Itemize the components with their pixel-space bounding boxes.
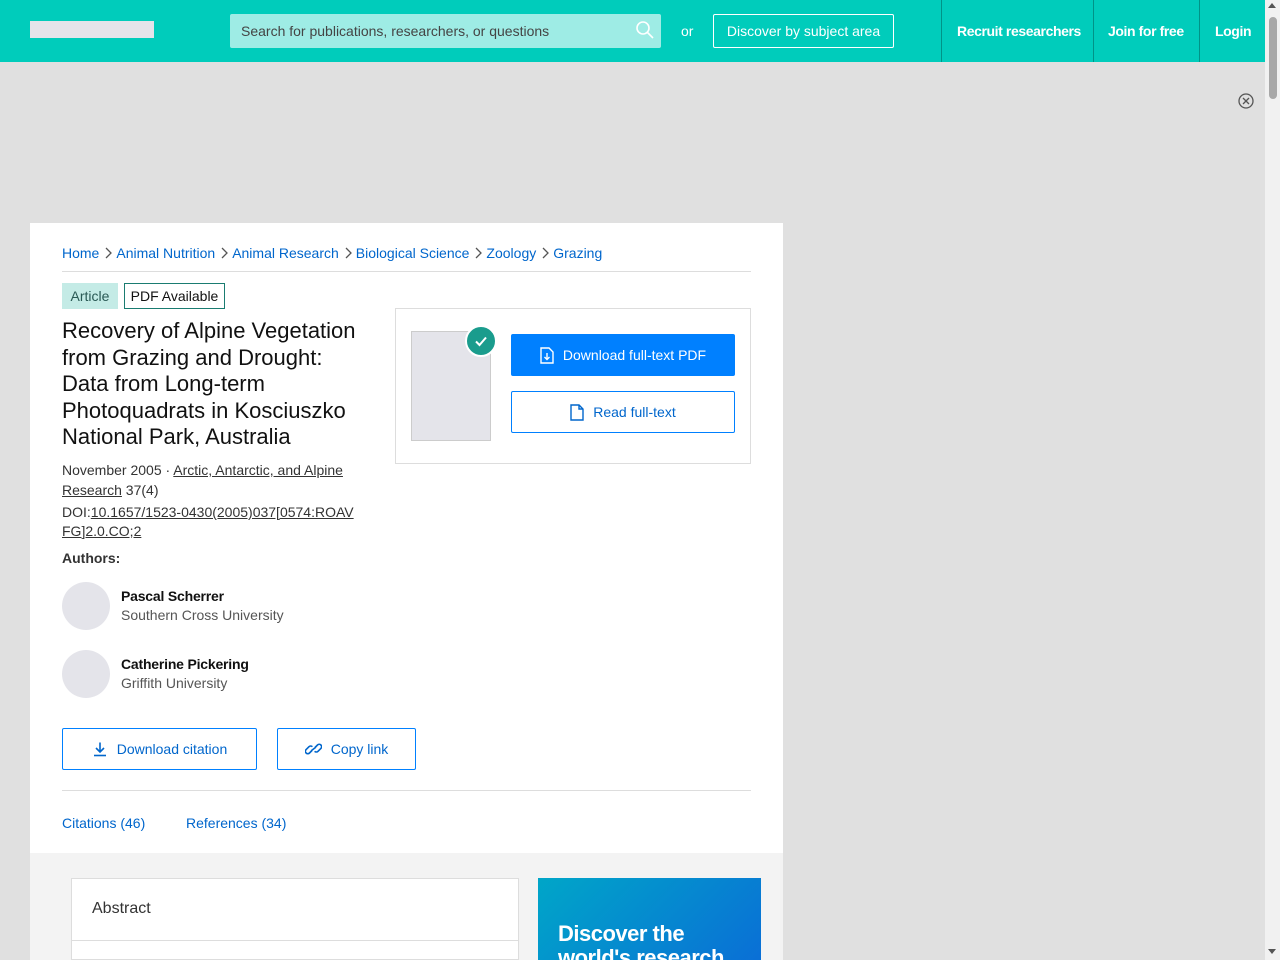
or-text: or (681, 23, 694, 39)
scroll-up-arrow-icon[interactable] (1268, 3, 1276, 8)
promo-banner[interactable]: Discover the world's research (538, 878, 761, 960)
pdf-available-badge: PDF Available (124, 283, 225, 309)
author-institution: Griffith University (121, 675, 228, 691)
chevron-right-icon (542, 247, 550, 259)
download-pdf-label: Download full-text PDF (562, 347, 707, 363)
nav-divider (1093, 0, 1094, 62)
link-icon (304, 743, 322, 755)
breadcrumb-item-grazing[interactable]: Grazing (553, 245, 602, 261)
search-box (230, 14, 661, 48)
file-download-icon (540, 346, 554, 364)
authors-label: Authors: (62, 550, 121, 566)
author-item[interactable]: Pascal Scherrer Southern Cross Universit… (62, 582, 362, 630)
publication-date: November 2005 (62, 462, 162, 478)
breadcrumb-item-home[interactable]: Home (62, 245, 99, 261)
download-citation-button[interactable]: Download citation (62, 728, 257, 770)
chevron-right-icon (475, 247, 483, 259)
page-scrollbar[interactable] (1265, 0, 1280, 960)
promo-headline: Discover the world's research (558, 921, 724, 960)
nav-divider (1199, 0, 1200, 62)
fulltext-preview-panel: Download full-text PDF Read full-text (395, 308, 751, 464)
check-icon (465, 325, 497, 357)
tab-references[interactable]: References (34) (186, 815, 286, 831)
recruit-researchers-link[interactable]: Recruit researchers (957, 0, 1081, 62)
breadcrumb: Home Animal Nutrition Animal Research Bi… (62, 244, 602, 262)
breadcrumb-item-animal-research[interactable]: Animal Research (232, 245, 339, 261)
breadcrumb-item-zoology[interactable]: Zoology (486, 245, 536, 261)
doi: DOI:10.1657/1523-0430(2005)037[0574:ROAV… (62, 503, 362, 541)
copy-link-button[interactable]: Copy link (277, 728, 416, 770)
read-fulltext-label: Read full-text (593, 404, 676, 420)
author-item[interactable]: Catherine Pickering Griffith University (62, 650, 362, 698)
divider (62, 790, 751, 791)
breadcrumb-item-biological-science[interactable]: Biological Science (356, 245, 470, 261)
doi-link[interactable]: 10.1657/1523-0430(2005)037[0574:ROAVFG]2… (62, 504, 354, 539)
meta-separator: · (161, 462, 174, 478)
search-input[interactable] (230, 14, 630, 48)
author-name[interactable]: Catherine Pickering (121, 656, 249, 672)
file-icon (570, 403, 584, 421)
scroll-thumb[interactable] (1269, 17, 1277, 99)
divider (72, 940, 518, 941)
divider (62, 271, 751, 272)
tab-citations[interactable]: Citations (46) (62, 815, 145, 831)
avatar[interactable] (62, 582, 110, 630)
nav-divider (941, 0, 942, 62)
top-navigation-bar: or Discover by subject area Recruit rese… (0, 0, 1265, 62)
login-link[interactable]: Login (1215, 0, 1252, 62)
chevron-right-icon (105, 247, 113, 259)
avatar[interactable] (62, 650, 110, 698)
chevron-right-icon (221, 247, 229, 259)
join-for-free-link[interactable]: Join for free (1108, 0, 1184, 62)
breadcrumb-item-animal-nutrition[interactable]: Animal Nutrition (116, 245, 215, 261)
search-icon[interactable] (635, 20, 655, 40)
scroll-down-arrow-icon[interactable] (1268, 949, 1276, 954)
download-fulltext-pdf-button[interactable]: Download full-text PDF (511, 334, 735, 376)
doi-label: DOI: (62, 504, 91, 520)
page-title: Recovery of Alpine Vegetation from Grazi… (62, 318, 356, 449)
abstract-heading: Abstract (92, 900, 151, 917)
article-type-badge: Article (62, 283, 118, 309)
abstract-section: Abstract (71, 878, 519, 960)
download-icon (93, 742, 106, 757)
chevron-right-icon (345, 247, 352, 259)
site-logo[interactable] (30, 21, 154, 38)
read-fulltext-button[interactable]: Read full-text (511, 391, 735, 433)
copy-link-label: Copy link (330, 741, 389, 757)
discover-by-subject-button[interactable]: Discover by subject area (713, 14, 894, 48)
author-institution: Southern Cross University (121, 607, 284, 623)
download-citation-label: Download citation (116, 741, 228, 757)
publication-card: Home Animal Nutrition Animal Research Bi… (30, 223, 783, 960)
author-name[interactable]: Pascal Scherrer (121, 588, 224, 604)
close-circle-icon[interactable] (1237, 92, 1255, 110)
journal-volume: 37(4) (121, 482, 159, 498)
publication-meta: November 2005 · Arctic, Antarctic, and A… (62, 460, 372, 500)
